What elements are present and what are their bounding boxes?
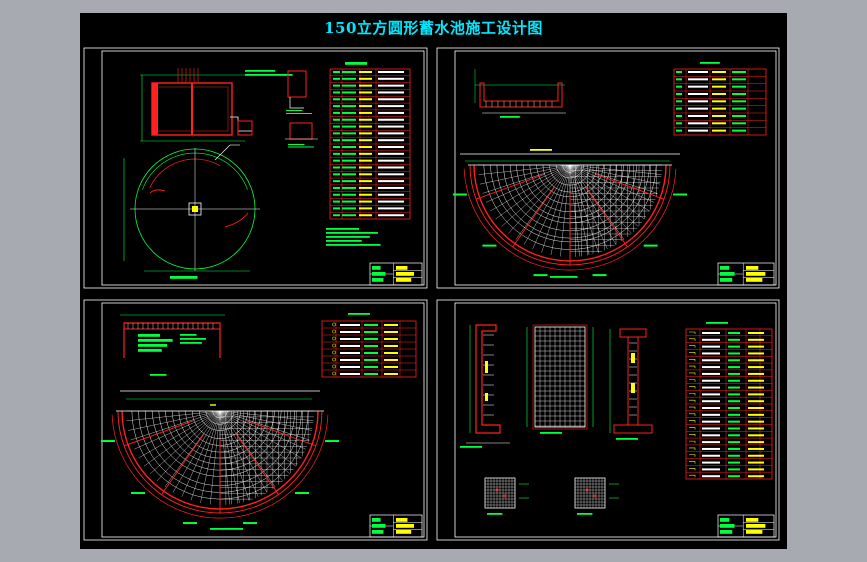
- sheet-3-frame: [83, 299, 428, 541]
- sheet-4-rebar-table: [685, 322, 773, 480]
- sheet-3-section: [120, 314, 320, 406]
- sheet-4-frame: [436, 299, 780, 541]
- sheet-3-half-plan: [100, 410, 340, 525]
- sheet-1-section: [140, 68, 318, 148]
- sheet-4-wall-section: [460, 324, 510, 448]
- sheet-4-column-detail: [609, 328, 653, 440]
- sheet-2-frame: [436, 47, 780, 289]
- sheet-2-rebar-table: [673, 62, 767, 136]
- sheet-1-notes: [326, 228, 381, 246]
- drawing-canvas: 150立方圆形蓄水池施工设计图: [80, 13, 787, 549]
- sheet-3-rebar-table: [321, 313, 417, 378]
- sheet-4-mesh-details: [484, 477, 619, 515]
- sheet-1-plan: [123, 144, 260, 279]
- sheet-2-section: [460, 69, 680, 162]
- cad-drawing: [83, 47, 780, 541]
- sheet-2-half-plan: [452, 164, 688, 277]
- sheet-1-material-table: [329, 62, 411, 220]
- sheet-4-wall-mesh: [526, 324, 594, 434]
- sheet-1-frame: [83, 47, 428, 289]
